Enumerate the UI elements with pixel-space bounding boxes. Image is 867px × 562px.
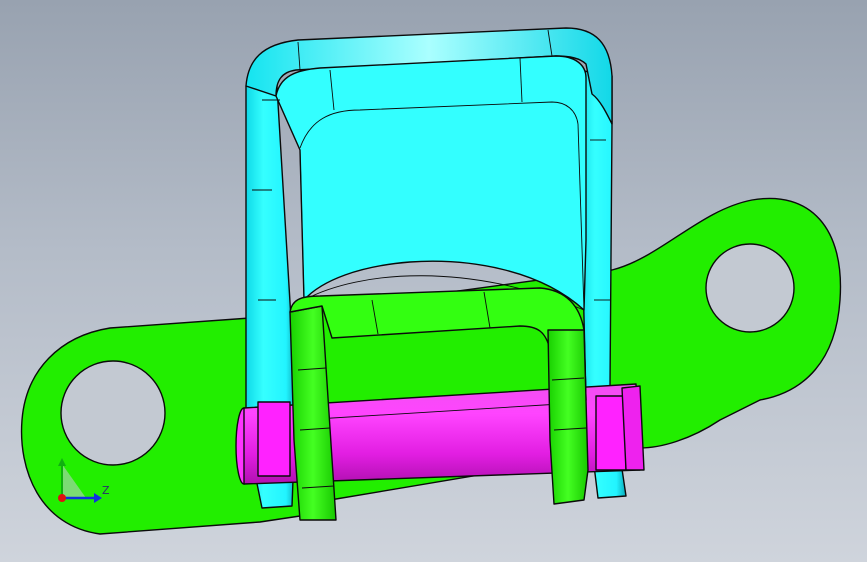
coordinate-triad — [58, 458, 102, 503]
cad-model[interactable] — [0, 0, 867, 562]
triad-z-arrow — [94, 493, 102, 503]
triad-y-arrow — [58, 458, 66, 466]
triad-plane — [62, 464, 86, 498]
triad-x-axis — [58, 494, 66, 502]
right-mount-hole — [705, 243, 795, 333]
left-mount-hole — [60, 360, 166, 466]
triad-axis-label: Z — [102, 484, 110, 497]
cad-viewport[interactable]: Z — [0, 0, 867, 562]
